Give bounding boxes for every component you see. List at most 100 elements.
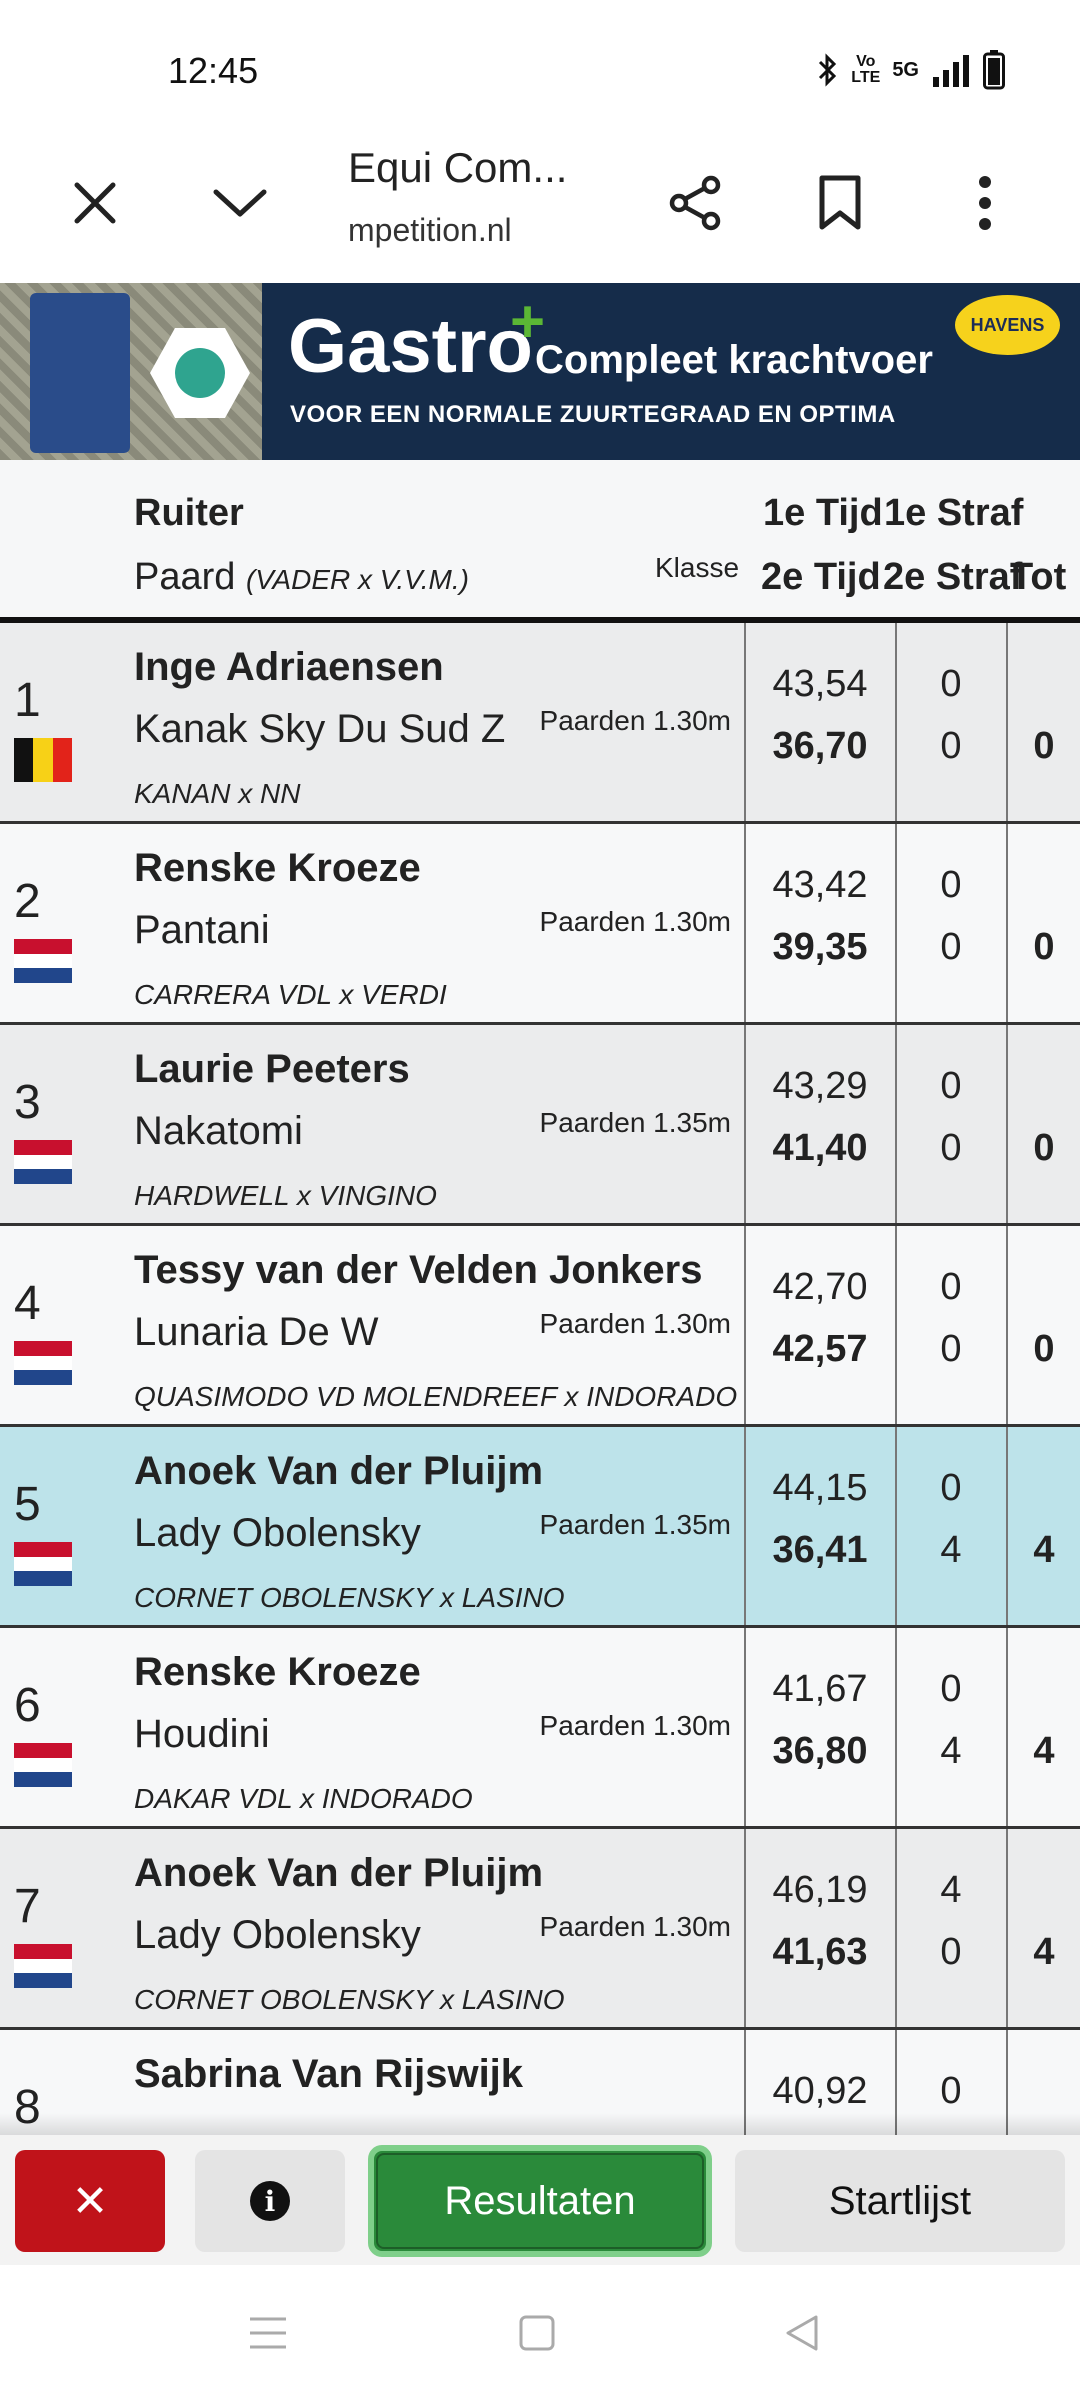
close-button[interactable]: ✕: [15, 2150, 165, 2252]
class-label: Paarden 1.30m: [539, 1308, 731, 1339]
recents-button[interactable]: [238, 2305, 298, 2365]
results-list: 1 Inge Adriaensen Kanak Sky Du Sud Z KAN…: [0, 623, 1080, 2135]
horse-name: Kanak Sky Du Sud Z: [134, 707, 506, 751]
rider-name: Sabrina Van Rijswijk: [134, 2052, 524, 2096]
time2: 39,35: [772, 926, 868, 968]
back-triangle-icon: [784, 2314, 820, 2357]
action-bar: ✕ i Resultaten Startlijst: [0, 2113, 1080, 2265]
time1: 41,67: [772, 1668, 868, 1710]
penalty2: 4: [940, 1730, 962, 1772]
header-class: Klasse: [655, 552, 740, 583]
home-button[interactable]: [507, 2305, 567, 2365]
results-button[interactable]: Resultaten: [368, 2145, 712, 2257]
time1: 43,54: [772, 663, 868, 705]
banner-tagline: Compleet krachtvoer: [535, 338, 933, 382]
menu-lines-icon: [248, 2315, 288, 2356]
ad-banner[interactable]: Gastro + Compleet krachtvoer VOOR EEN NO…: [0, 283, 1080, 460]
table-row[interactable]: 1 Inge Adriaensen Kanak Sky Du Sud Z KAN…: [0, 623, 1080, 824]
flag-netherlands-icon: [14, 1743, 72, 1788]
back-button[interactable]: [772, 2305, 832, 2365]
table-row[interactable]: 2 Renske Kroeze Pantani CARRERA VDL x VE…: [0, 824, 1080, 1025]
browser-toolbar: Equi Com... mpetition.nl: [0, 130, 1080, 283]
total: 0: [1033, 1328, 1055, 1370]
close-tab-button[interactable]: [50, 160, 140, 250]
rank: 7: [14, 1880, 41, 1933]
header-rider: Ruiter: [134, 492, 244, 534]
status-bar: 12:45 Vo LTE 5G: [0, 0, 1080, 130]
flag-netherlands-icon: [14, 939, 72, 984]
flag-netherlands-icon: [14, 1140, 72, 1185]
class-label: Paarden 1.30m: [539, 906, 731, 937]
header-time1: 1e Tijd: [763, 492, 883, 534]
flag-netherlands-icon: [14, 1944, 72, 1989]
penalty1: 0: [940, 1467, 962, 1509]
more-options-button[interactable]: [940, 160, 1030, 250]
class-label: Paarden 1.35m: [539, 1107, 731, 1138]
penalty1: 0: [940, 1266, 962, 1308]
flag-netherlands-icon: [14, 1542, 72, 1587]
chevron-down-icon: [212, 186, 268, 225]
time2: 41,40: [772, 1127, 868, 1169]
header-pedigree: (VADER x V.V.M.): [245, 564, 469, 595]
info-icon: i: [250, 2181, 290, 2221]
rider-name: Tessy van der Velden Jonkers: [134, 1248, 703, 1292]
network-5g-label: 5G: [892, 58, 919, 81]
time1: 43,29: [772, 1065, 868, 1107]
horse-pedigree: KANAN x NN: [134, 778, 301, 809]
status-time: 12:45: [168, 50, 259, 91]
rank: 5: [14, 1478, 41, 1531]
table-row[interactable]: 4 Tessy van der Velden Jonkers Lunaria D…: [0, 1226, 1080, 1427]
minimize-button[interactable]: [195, 160, 285, 250]
rank: 2: [14, 875, 41, 928]
horse-pedigree: HARDWELL x VINGINO: [134, 1180, 437, 1211]
bookmark-icon: [818, 175, 862, 236]
total: 0: [1033, 1127, 1055, 1169]
time2: 41,63: [772, 1931, 868, 1973]
horse-pedigree: QUASIMODO VD MOLENDREEF x INDORADO: [134, 1381, 738, 1412]
flag-netherlands-icon: [14, 1341, 72, 1386]
class-label: Paarden 1.35m: [539, 1509, 731, 1540]
rider-name: Anoek Van der Pluijm: [134, 1851, 544, 1895]
time2: 36,80: [772, 1730, 868, 1772]
volte-icon: Vo LTE: [851, 53, 881, 86]
table-row[interactable]: 3 Laurie Peeters Nakatomi HARDWELL x VIN…: [0, 1025, 1080, 1226]
results-table-header: Ruiter Paard (VADER x V.V.M.) Klasse 1e …: [0, 460, 1080, 623]
time2: 36,41: [772, 1529, 868, 1571]
rank: 6: [14, 1679, 41, 1732]
home-square-icon: [519, 2315, 555, 2356]
penalty2: 0: [940, 1931, 962, 1973]
table-row[interactable]: 6 Renske Kroeze Houdini DAKAR VDL x INDO…: [0, 1628, 1080, 1829]
horse-name: Nakatomi: [134, 1109, 303, 1153]
total: 0: [1033, 926, 1055, 968]
total: 0: [1033, 725, 1055, 767]
penalty2: 0: [940, 926, 962, 968]
time1: 43,42: [772, 864, 868, 906]
havens-logo: HAVENS: [955, 295, 1060, 355]
time1: 44,15: [772, 1467, 868, 1509]
horse-pedigree: CORNET OBOLENSKY x LASINO: [134, 1582, 565, 1613]
bluetooth-icon: [817, 53, 839, 87]
info-button[interactable]: i: [195, 2150, 345, 2252]
table-row[interactable]: 7 Anoek Van der Pluijm Lady Obolensky CO…: [0, 1829, 1080, 2030]
more-vert-icon: [978, 175, 992, 236]
horse-name: Lady Obolensky: [134, 1913, 421, 1957]
startlist-button[interactable]: Startlijst: [735, 2150, 1065, 2252]
horse-name: Houdini: [134, 1712, 270, 1756]
header-horse: Paard: [134, 556, 236, 598]
total: 4: [1033, 1931, 1055, 1973]
header-penalty2: 2e Straf: [883, 556, 1023, 598]
page-url[interactable]: mpetition.nl: [348, 212, 548, 249]
header-penalty1: 1e Straf: [884, 492, 1024, 534]
signal-icon: [931, 53, 971, 87]
penalty1: 0: [940, 1668, 962, 1710]
share-button[interactable]: [650, 160, 740, 250]
horse-pedigree: DAKAR VDL x INDORADO: [134, 1783, 473, 1814]
header-horse-line: Paard (VADER x V.V.M.): [134, 556, 469, 599]
bookmark-button[interactable]: [795, 160, 885, 250]
table-row-highlighted[interactable]: 5 Anoek Van der Pluijm Lady Obolensky CO…: [0, 1427, 1080, 1628]
header-time2: 2e Tijd: [761, 556, 881, 598]
rider-name: Renske Kroeze: [134, 1650, 421, 1694]
flag-belgium-icon: [14, 738, 72, 782]
system-nav-bar: [0, 2265, 1080, 2400]
penalty1: 0: [940, 864, 962, 906]
